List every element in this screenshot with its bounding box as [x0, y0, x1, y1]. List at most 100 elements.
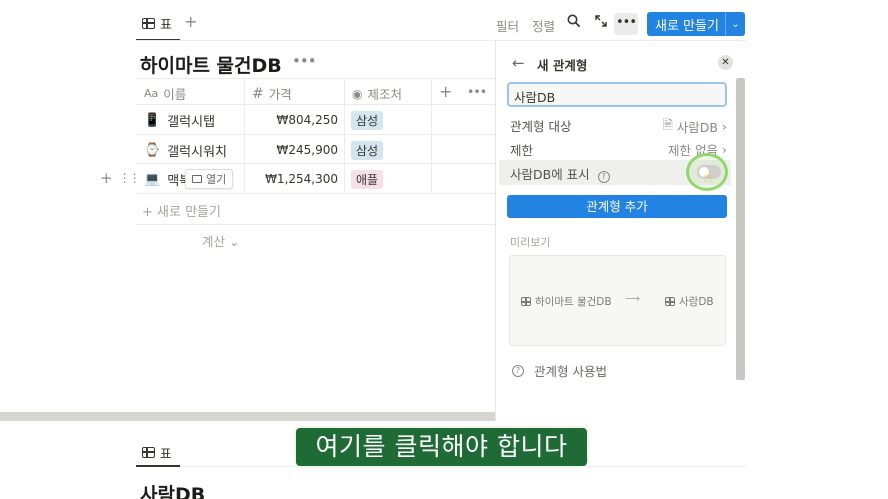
- row-handles: + ⋮⋮: [100, 169, 141, 187]
- maker-tag[interactable]: 애플: [351, 170, 384, 189]
- price-cell[interactable]: ₩1,254,300: [254, 172, 338, 186]
- bottom-database-title[interactable]: 사람DB: [140, 480, 205, 499]
- calculate-row: 계산 ⌄: [136, 225, 496, 255]
- filter-button[interactable]: 필터: [496, 16, 519, 35]
- table-row[interactable]: 📱 갤럭시탭 ₩804,250 삼성: [136, 105, 496, 135]
- column-divider: [244, 164, 245, 193]
- name-cell[interactable]: 📱 갤럭시탭: [144, 111, 215, 130]
- calculate-button[interactable]: 계산 ⌄: [202, 231, 239, 250]
- maker-tag[interactable]: 삼성: [351, 140, 384, 160]
- howto-label: 관계형 사용법: [534, 364, 607, 379]
- target-label: 관계형 대상: [510, 119, 572, 134]
- new-item-button[interactable]: 새로 만들기 ⌄: [647, 12, 745, 36]
- target-value: 🗎 사람DB ›: [663, 116, 727, 137]
- help-icon[interactable]: ?: [597, 171, 610, 183]
- add-relation-button[interactable]: 관계형 추가: [507, 195, 727, 218]
- column-divider: [344, 79, 345, 104]
- column-divider: [344, 105, 345, 134]
- column-label: 제조처: [367, 87, 402, 102]
- relation-howto-link[interactable]: ? 관계형 사용법: [512, 361, 607, 380]
- arrow-right-icon: ⟶: [625, 293, 641, 305]
- laptop-icon: 💻: [144, 172, 161, 187]
- active-tab-underline: [136, 465, 180, 467]
- relation-search-input[interactable]: 사람DB: [507, 82, 727, 107]
- column-divider: [431, 79, 432, 104]
- column-label: 가격: [268, 87, 292, 102]
- new-button-label: 새로 만들기: [655, 18, 719, 34]
- relation-preview: 하이마트 물건DB ⟶ 사람DB: [509, 255, 726, 346]
- target-db-name: 사람DB: [676, 120, 718, 135]
- column-header-name[interactable]: Aa 이름: [144, 84, 186, 103]
- new-row-label: + 새로 만들기: [142, 204, 221, 220]
- help-icon: ?: [512, 364, 524, 377]
- item-name: 갤럭시탭: [167, 115, 216, 130]
- tab-table-view-bottom[interactable]: 표: [142, 443, 172, 462]
- sort-button[interactable]: 정렬: [532, 16, 555, 35]
- price-cell[interactable]: ₩804,250: [254, 113, 339, 127]
- expand-icon[interactable]: [594, 14, 608, 31]
- panel-title: 새 관계형: [537, 58, 588, 73]
- table-row[interactable]: + ⋮⋮ 💻 맥북 열기 ₩1,254,300 애플: [100, 164, 496, 194]
- close-icon[interactable]: ✕: [718, 55, 733, 70]
- preview-target: 사람DB: [665, 294, 714, 309]
- table-icon: [142, 447, 155, 458]
- add-column-button[interactable]: +: [439, 82, 452, 101]
- table-icon: [521, 297, 531, 306]
- pointer-cursor-icon: ☝: [703, 168, 713, 186]
- price-cell[interactable]: ₩245,900: [254, 143, 339, 157]
- video-caption: 여기를 클릭해야 합니다: [294, 426, 589, 468]
- column-divider: [431, 164, 432, 193]
- add-row-icon[interactable]: +: [100, 169, 113, 187]
- database-title[interactable]: 하이마트 물건DB: [140, 51, 282, 78]
- database-table: Aa 이름 # 가격 ◉ 제조처 + ••• 📱 갤럭시탭 ₩804,250 삼…: [100, 78, 496, 255]
- back-arrow-icon[interactable]: ←: [512, 54, 525, 72]
- chevron-down-icon[interactable]: ⌄: [726, 19, 745, 30]
- table-row[interactable]: ⌚ 갤럭시워치 ₩245,900 삼성: [136, 134, 496, 164]
- column-header-maker[interactable]: ◉ 제조처: [352, 84, 402, 103]
- new-row-button[interactable]: + 새로 만들기: [136, 194, 496, 225]
- drag-handle-icon[interactable]: ⋮⋮: [119, 169, 141, 187]
- open-label: 열기: [206, 173, 227, 186]
- table-icon: [665, 297, 675, 306]
- preview-target-name: 사람DB: [679, 296, 714, 308]
- column-more-button[interactable]: •••: [467, 84, 487, 99]
- chevron-right-icon: ›: [722, 142, 727, 157]
- table-icon: [142, 18, 155, 29]
- tab-table-view[interactable]: 표: [136, 14, 180, 41]
- column-label: 이름: [163, 87, 187, 102]
- column-header-price[interactable]: # 가격: [252, 84, 292, 103]
- text-type-icon: Aa: [144, 87, 159, 100]
- search-icon[interactable]: [567, 14, 581, 31]
- column-divider: [344, 164, 345, 193]
- tab-label: 표: [160, 446, 172, 461]
- column-divider: [431, 105, 432, 134]
- item-name: 갤럭시워치: [167, 144, 227, 160]
- open-panel-icon: [192, 175, 202, 183]
- preview-source: 하이마트 물건DB: [521, 294, 612, 309]
- panel-scrollbar[interactable]: [736, 78, 745, 380]
- more-options-button[interactable]: •••: [614, 13, 638, 35]
- column-divider: [244, 105, 245, 134]
- maker-tag[interactable]: 삼성: [351, 111, 384, 130]
- select-type-icon: ◉: [352, 86, 363, 101]
- tab-label: 표: [160, 18, 172, 33]
- tablet-icon: 📱: [144, 113, 161, 128]
- open-row-button[interactable]: 열기: [185, 169, 234, 189]
- app-window: 표 + 필터 정렬 ••• 새로 만들기 ⌄ 하이마트 물건DB ••• Aa …: [0, 0, 888, 499]
- table-header: Aa 이름 # 가격 ◉ 제조처 + •••: [136, 78, 496, 105]
- relation-panel: ← 새 관계형 ✕ 사람DB 관계형 대상 🗎 사람DB › 제한 제한 없음 …: [495, 41, 746, 421]
- page-icon: 🗎: [662, 117, 673, 132]
- column-divider: [344, 134, 345, 163]
- limit-label: 제한: [510, 143, 534, 158]
- preview-source-name: 하이마트 물건DB: [535, 296, 612, 308]
- section-separator: [0, 412, 496, 421]
- column-divider: [244, 79, 245, 104]
- preview-label: 미리보기: [510, 236, 551, 249]
- title-more-button[interactable]: •••: [292, 52, 317, 70]
- watch-icon: ⌚: [144, 142, 161, 158]
- number-type-icon: #: [252, 85, 264, 102]
- relation-target-row[interactable]: 관계형 대상 🗎 사람DB ›: [510, 116, 727, 138]
- show-on-label: 사람DB에 표시: [510, 167, 590, 182]
- add-view-button[interactable]: +: [184, 12, 197, 31]
- name-cell[interactable]: ⌚ 갤럭시워치: [144, 141, 227, 160]
